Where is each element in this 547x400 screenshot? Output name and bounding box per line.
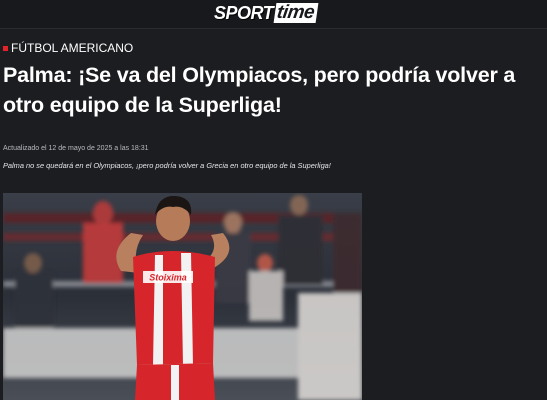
logo-text-sport: SPORT bbox=[214, 2, 274, 23]
svg-text:Stoixima: Stoixima bbox=[149, 273, 187, 283]
article-photo[interactable]: Stoixima bbox=[3, 193, 362, 400]
article-summary: Palma no se quedará en el Olympiacos, ¡p… bbox=[3, 161, 331, 170]
player-photo-icon: Stoixima bbox=[3, 193, 362, 400]
category-label[interactable]: FÚTBOL AMERICANO bbox=[3, 41, 133, 55]
site-logo[interactable]: SPORT time bbox=[214, 1, 324, 25]
updated-timestamp: Actualizado el 12 de mayo de 2025 a las … bbox=[3, 145, 149, 152]
top-navigation-bar: SPORT time bbox=[0, 0, 547, 29]
article-title: Palma: ¡Se va del Olympiacos, pero podrí… bbox=[3, 63, 516, 117]
category-text: FÚTBOL AMERICANO bbox=[11, 41, 134, 55]
category-marker-icon bbox=[3, 45, 8, 51]
logo-text-time: time bbox=[273, 2, 319, 23]
